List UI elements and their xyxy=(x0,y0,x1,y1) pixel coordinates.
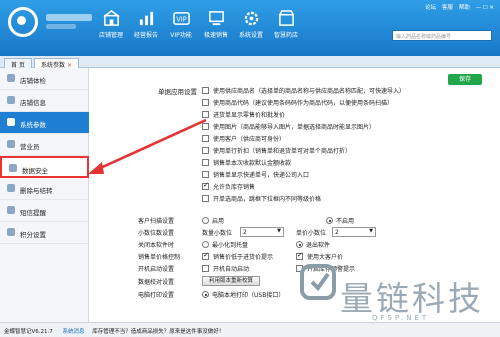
watermark-text: 量链科技 xyxy=(340,279,484,318)
app-version: 金蝶智慧记V6.21.7 xyxy=(4,329,53,335)
system-message[interactable]: 库存管理不当？造成商品损失？原来是这件事没做好！ xyxy=(92,329,224,335)
watermark-subtext: QFSP.NET xyxy=(372,314,430,322)
status-bar: 金蝶智慧记V6.21.7 系统消息 库存管理不当？造成商品损失？原来是这件事没做… xyxy=(0,322,500,337)
system-message-label[interactable]: 系统消息 xyxy=(63,329,85,335)
watermark-logo-icon xyxy=(300,264,336,300)
